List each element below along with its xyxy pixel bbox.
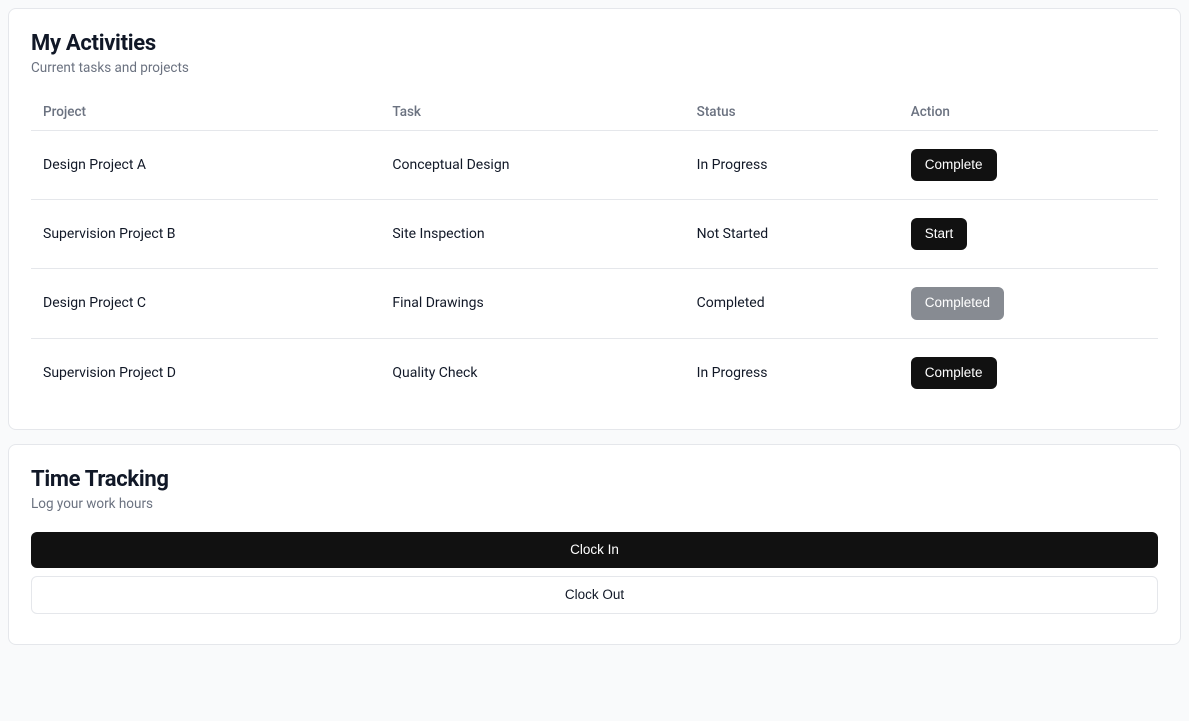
cell-status: Completed <box>685 269 899 338</box>
activities-card: My Activities Current tasks and projects… <box>8 8 1181 430</box>
table-row: Design Project AConceptual DesignIn Prog… <box>31 131 1158 200</box>
cell-project: Design Project A <box>31 131 380 200</box>
cell-task: Quality Check <box>380 338 684 407</box>
time-tracking-title: Time Tracking <box>31 467 1158 492</box>
time-tracking-card: Time Tracking Log your work hours Clock … <box>8 444 1181 645</box>
table-row: Supervision Project BSite InspectionNot … <box>31 200 1158 269</box>
action-button[interactable]: Complete <box>911 149 997 181</box>
cell-action: Start <box>899 200 1158 269</box>
cell-project: Supervision Project D <box>31 338 380 407</box>
table-row: Supervision Project DQuality CheckIn Pro… <box>31 338 1158 407</box>
activities-title: My Activities <box>31 31 1158 56</box>
action-button[interactable]: Completed <box>911 287 1004 319</box>
cell-project: Design Project C <box>31 269 380 338</box>
cell-status: In Progress <box>685 131 899 200</box>
cell-action: Completed <box>899 269 1158 338</box>
activities-subtitle: Current tasks and projects <box>31 60 1158 76</box>
cell-task: Conceptual Design <box>380 131 684 200</box>
table-row: Design Project CFinal DrawingsCompletedC… <box>31 269 1158 338</box>
cell-project: Supervision Project B <box>31 200 380 269</box>
column-header-project: Project <box>31 94 380 131</box>
clock-out-button[interactable]: Clock Out <box>31 576 1158 614</box>
column-header-task: Task <box>380 94 684 131</box>
cell-status: In Progress <box>685 338 899 407</box>
action-button[interactable]: Complete <box>911 357 997 389</box>
action-button[interactable]: Start <box>911 218 968 250</box>
column-header-action: Action <box>899 94 1158 131</box>
clock-in-button[interactable]: Clock In <box>31 532 1158 568</box>
cell-action: Complete <box>899 131 1158 200</box>
time-tracking-subtitle: Log your work hours <box>31 496 1158 512</box>
cell-action: Complete <box>899 338 1158 407</box>
cell-status: Not Started <box>685 200 899 269</box>
activities-table: Project Task Status Action Design Projec… <box>31 94 1158 407</box>
column-header-status: Status <box>685 94 899 131</box>
cell-task: Site Inspection <box>380 200 684 269</box>
cell-task: Final Drawings <box>380 269 684 338</box>
